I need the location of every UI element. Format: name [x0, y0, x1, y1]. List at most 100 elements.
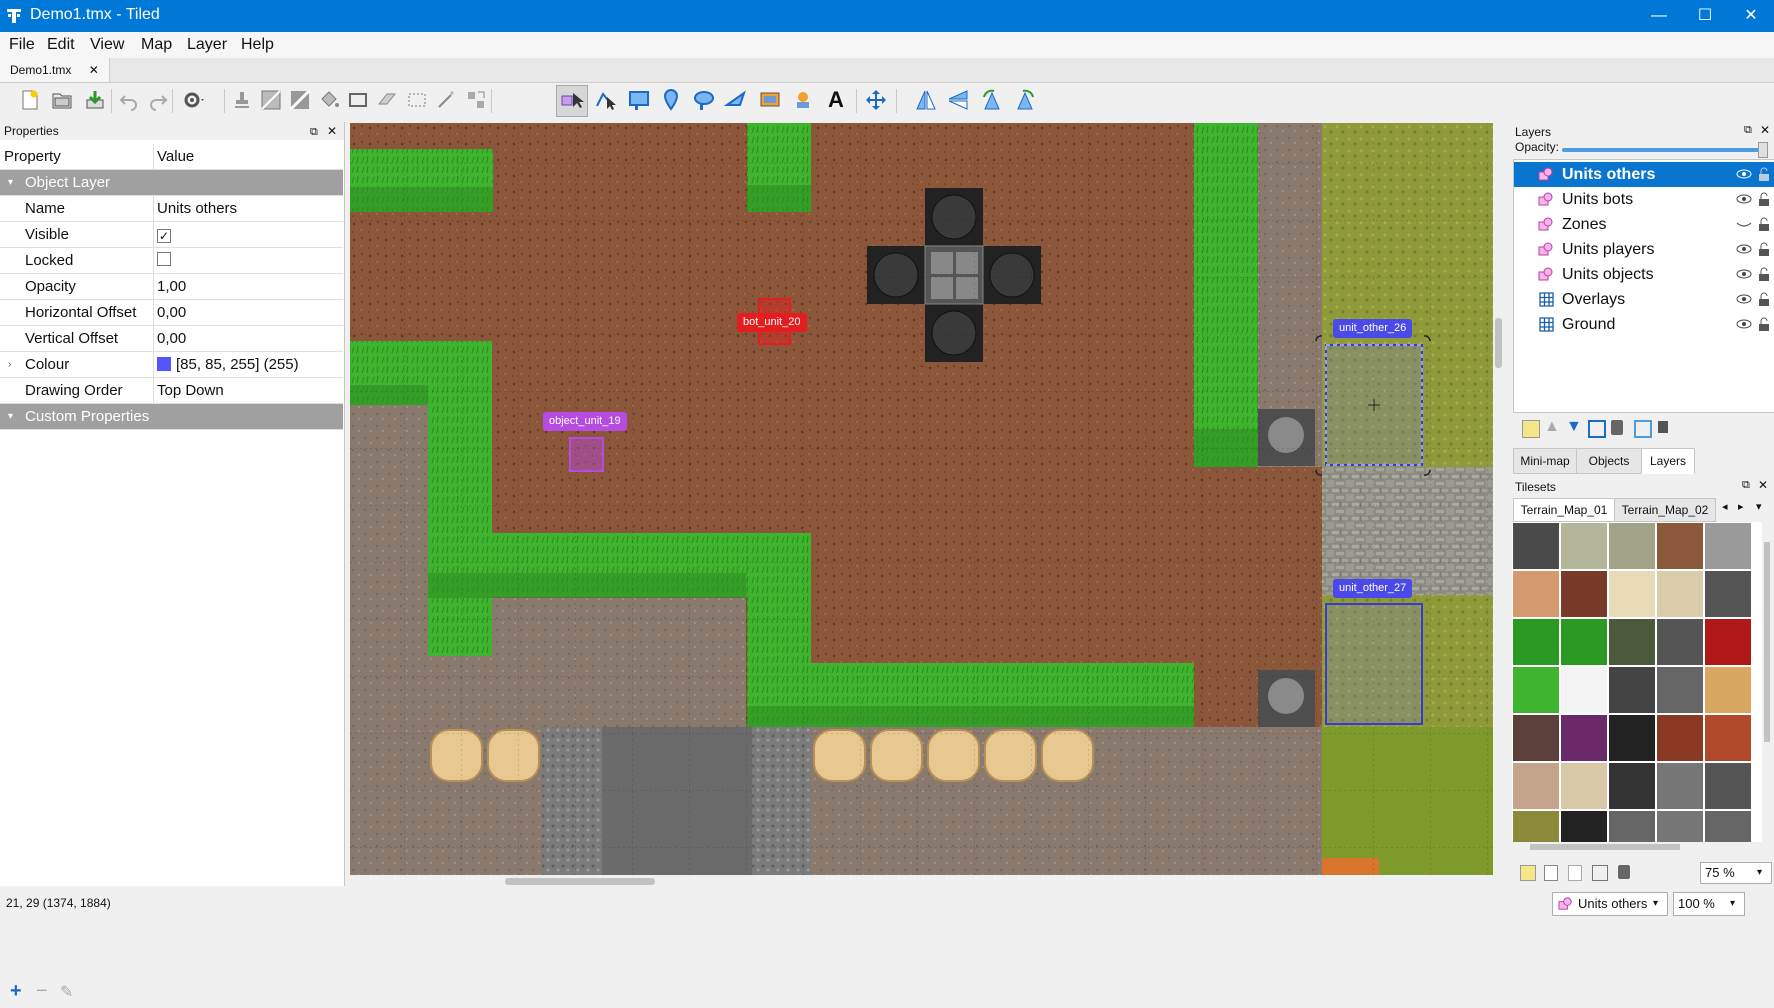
tab-objects[interactable]: Objects — [1576, 448, 1642, 474]
show-other-layers-icon[interactable] — [1634, 420, 1652, 438]
close-tab-icon[interactable]: ✕ — [89, 63, 99, 77]
collapse-arrow-icon[interactable]: ▾ — [8, 170, 13, 195]
property-value[interactable]: Top Down — [157, 378, 224, 403]
visibility-hidden-icon[interactable] — [1736, 217, 1752, 231]
object-label-bot-unit-20[interactable]: bot_unit_20 — [737, 313, 807, 332]
close-panel-icon[interactable]: ✕ — [1760, 123, 1770, 137]
expand-arrow-icon[interactable]: › — [8, 352, 11, 377]
insert-text-icon[interactable]: A — [824, 88, 848, 112]
menu-help[interactable]: Help — [241, 36, 274, 54]
horizontal-scroll-thumb[interactable] — [505, 878, 655, 885]
minimize-button[interactable]: — — [1636, 0, 1682, 32]
property-value[interactable]: 0,00 — [157, 326, 186, 351]
lock-open-icon[interactable] — [1758, 216, 1770, 232]
new-layer-icon[interactable] — [1522, 420, 1540, 438]
tileset-vertical-scrollbar[interactable] — [1762, 540, 1772, 840]
insert-polygon-icon[interactable] — [723, 88, 748, 112]
float-panel-icon[interactable]: ⧉ — [1742, 479, 1750, 492]
property-value[interactable]: Units others — [157, 196, 237, 221]
tab-list-icon[interactable]: ▾ — [1756, 500, 1762, 513]
move-icon[interactable] — [864, 88, 888, 112]
menu-file[interactable]: File — [9, 36, 35, 54]
menu-edit[interactable]: Edit — [47, 36, 75, 54]
rectangular-select-icon[interactable] — [405, 88, 429, 112]
insert-tile-icon[interactable] — [758, 88, 782, 112]
undo-icon[interactable] — [117, 88, 141, 112]
new-map-icon[interactable] — [18, 88, 42, 112]
property-value[interactable]: [85, 85, 255] (255) — [176, 356, 299, 373]
close-panel-icon[interactable]: ✕ — [1758, 478, 1768, 492]
insert-point-icon[interactable] — [659, 88, 683, 112]
opacity-slider-thumb[interactable] — [1758, 142, 1768, 158]
rotate-right-icon[interactable] — [1013, 88, 1037, 112]
shape-fill-icon[interactable] — [346, 88, 370, 112]
property-row-drawing-order[interactable]: Drawing Order Top Down — [0, 378, 343, 404]
edit-polygons-icon[interactable] — [593, 88, 617, 112]
group-object-layer[interactable]: ▾ Object Layer — [0, 170, 343, 196]
export-tileset-icon[interactable] — [1568, 865, 1582, 881]
tileset-tab-terrain-map-02[interactable]: Terrain_Map_02 — [1614, 498, 1716, 522]
map-zoom-combo[interactable]: 100 % ▾ — [1673, 892, 1745, 916]
add-property-icon[interactable]: + — [10, 980, 22, 1003]
tab-scroll-left-icon[interactable]: ◂ — [1722, 500, 1728, 513]
property-row-colour[interactable]: › Colour [85, 85, 255] (255) — [0, 352, 343, 378]
duplicate-layer-icon[interactable] — [1588, 420, 1606, 438]
group-custom-properties[interactable]: ▾ Custom Properties — [0, 404, 343, 430]
remove-property-icon[interactable]: − — [36, 980, 48, 1003]
commands-icon[interactable] — [182, 88, 206, 112]
visibility-eye-icon[interactable] — [1736, 192, 1752, 206]
rotate-left-icon[interactable] — [980, 88, 1004, 112]
lock-open-icon[interactable] — [1758, 191, 1770, 207]
vertical-scroll-thumb[interactable] — [1495, 318, 1502, 368]
remove-tileset-icon[interactable] — [1618, 865, 1630, 879]
insert-ellipse-icon[interactable] — [692, 88, 716, 112]
insert-template-icon[interactable] — [791, 88, 815, 112]
locked-checkbox[interactable] — [157, 252, 171, 266]
stamp-brush-icon[interactable] — [230, 88, 254, 112]
terrain-brush-icon[interactable] — [259, 88, 283, 112]
tab-scroll-right-icon[interactable]: ▸ — [1738, 500, 1744, 513]
select-objects-icon[interactable] — [560, 88, 584, 112]
visibility-eye-icon[interactable] — [1736, 242, 1752, 256]
eraser-icon[interactable] — [375, 88, 399, 112]
visibility-eye-icon[interactable] — [1736, 292, 1752, 306]
redo-icon[interactable] — [146, 88, 170, 112]
tab-mini-map[interactable]: Mini-map — [1513, 448, 1577, 474]
lower-layer-icon[interactable]: ▼ — [1566, 418, 1582, 436]
property-value[interactable]: 1,00 — [157, 274, 186, 299]
edit-tileset-icon[interactable] — [1592, 865, 1608, 881]
flip-horizontal-icon[interactable] — [914, 88, 938, 112]
lock-open-icon[interactable] — [1758, 241, 1770, 257]
maximize-button[interactable]: ☐ — [1682, 0, 1728, 32]
column-header-value[interactable]: Value — [157, 144, 194, 169]
colour-swatch[interactable] — [157, 357, 171, 371]
opacity-slider-track[interactable] — [1562, 148, 1766, 152]
embed-tileset-icon[interactable] — [1544, 865, 1558, 881]
lock-layer-icon[interactable] — [1658, 421, 1668, 433]
tileset-zoom-combo[interactable]: 75 % ▾ — [1700, 862, 1772, 884]
delete-layer-icon[interactable] — [1611, 420, 1623, 435]
bucket-fill-icon[interactable] — [317, 88, 341, 112]
layer-row-units-bots[interactable]: Units bots — [1514, 187, 1774, 212]
lock-open-icon[interactable] — [1758, 316, 1770, 332]
property-value[interactable]: 0,00 — [157, 300, 186, 325]
current-layer-combo[interactable]: Units others ▾ — [1552, 892, 1668, 916]
object-label-unit-other-26[interactable]: unit_other_26 — [1333, 319, 1413, 338]
property-row-horizontal-offset[interactable]: Horizontal Offset 0,00 — [0, 300, 343, 326]
raise-layer-icon[interactable]: ▲ — [1544, 418, 1560, 436]
property-row-opacity[interactable]: Opacity 1,00 — [0, 274, 343, 300]
tileset-horizontal-scrollbar[interactable] — [1512, 842, 1762, 852]
layer-row-ground[interactable]: Ground — [1514, 312, 1774, 337]
layer-row-units-objects[interactable]: Units objects — [1514, 262, 1774, 287]
menu-view[interactable]: View — [90, 36, 124, 54]
horizontal-scroll-thumb[interactable] — [1530, 844, 1680, 850]
column-header-property[interactable]: Property — [4, 144, 61, 169]
wang-brush-icon[interactable] — [288, 88, 312, 112]
layer-row-zones[interactable]: Zones — [1514, 212, 1774, 237]
document-tab[interactable]: Demo1.tmx ✕ — [0, 58, 110, 82]
menu-map[interactable]: Map — [141, 36, 172, 54]
property-row-locked[interactable]: Locked — [0, 248, 343, 274]
map-vertical-scrollbar[interactable] — [1493, 123, 1505, 875]
visibility-eye-icon[interactable] — [1736, 167, 1752, 181]
object-label-object-unit-19[interactable]: object_unit_19 — [543, 412, 627, 431]
